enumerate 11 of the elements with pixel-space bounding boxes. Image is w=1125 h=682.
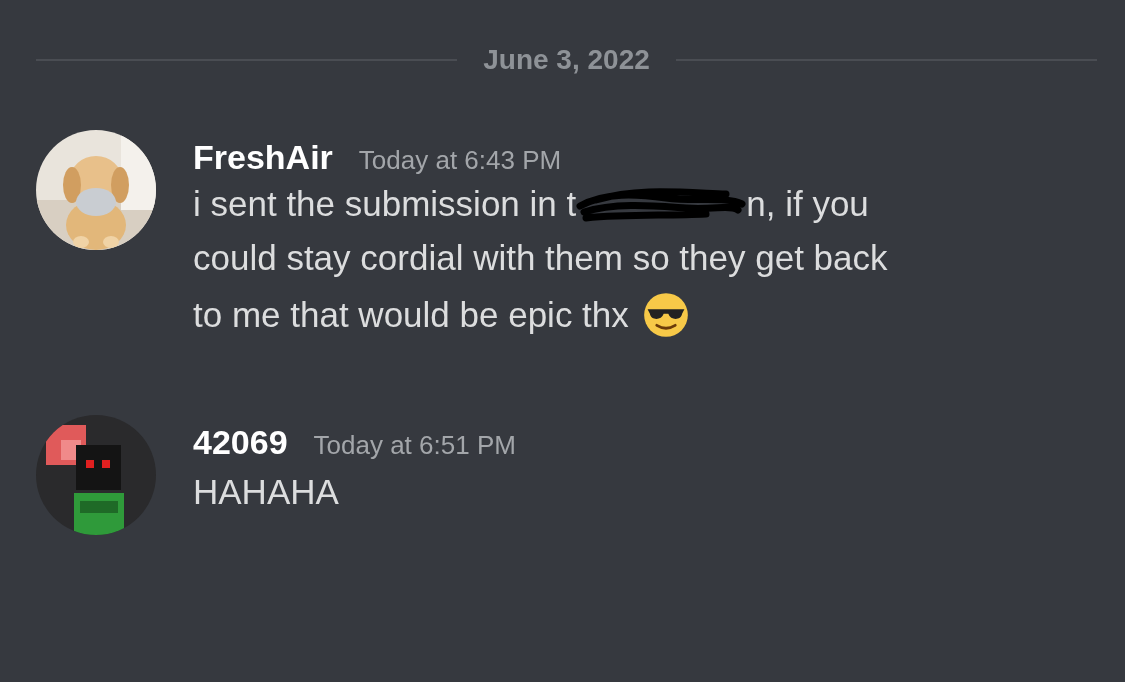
username[interactable]: FreshAir — [193, 138, 333, 177]
timestamp: Today at 6:51 PM — [313, 430, 516, 461]
message-text: n, if you — [746, 183, 869, 225]
date-divider: June 3, 2022 — [483, 44, 650, 76]
message-text: HAHAHA — [193, 471, 339, 513]
message-text: to me that would be epic thx — [193, 294, 629, 336]
sunglasses-face-icon — [642, 292, 689, 338]
timestamp: Today at 6:43 PM — [358, 145, 562, 176]
message-text: could stay cordial with them so they get back — [193, 237, 888, 279]
message-text: i sent the submission in t — [193, 183, 577, 225]
username[interactable]: 42069 — [193, 423, 288, 462]
